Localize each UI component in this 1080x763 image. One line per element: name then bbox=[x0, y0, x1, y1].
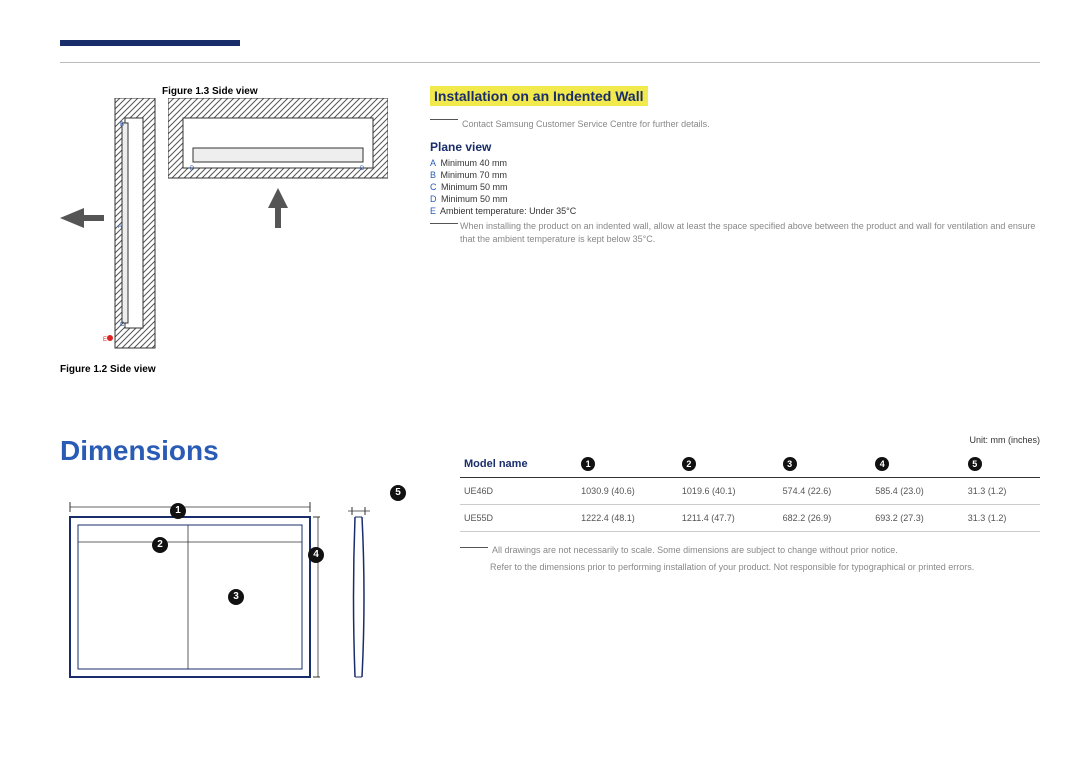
contact-note: Contact Samsung Customer Service Centre … bbox=[430, 114, 1040, 132]
th-4: 4 bbox=[871, 451, 964, 478]
side-view-diagram bbox=[340, 497, 380, 687]
figure-1-2-diagram: B A C E bbox=[60, 98, 160, 358]
table-row: UE55D 1222.4 (48.1) 1211.4 (47.7) 682.2 … bbox=[460, 505, 1040, 532]
spec-a: A Minimum 40 mm bbox=[430, 158, 1040, 168]
svg-text:D: D bbox=[190, 166, 195, 172]
diagram-row: B A C E D D bbox=[60, 98, 390, 358]
front-view-diagram bbox=[60, 497, 320, 687]
figure-column: Figure 1.3 Side view B A C E bbox=[60, 86, 390, 375]
indented-wall-section: Installation on an Indented Wall Contact… bbox=[430, 86, 1040, 375]
dimensions-drawing: 1 2 3 4 5 bbox=[60, 497, 430, 687]
footnote-b: Refer to the dimensions prior to perform… bbox=[460, 561, 1040, 574]
dimensions-table-col: Unit: mm (inches) Model name 1 2 3 4 5 U… bbox=[460, 435, 1040, 687]
th-model: Model name bbox=[460, 451, 577, 478]
plane-view-heading: Plane view bbox=[430, 140, 1040, 154]
dimensions-drawing-col: Dimensions bbox=[60, 435, 430, 687]
marker-5: 5 bbox=[390, 485, 406, 501]
svg-text:E: E bbox=[103, 337, 107, 343]
spec-d: D Minimum 50 mm bbox=[430, 194, 1040, 204]
table-row: UE46D 1030.9 (40.6) 1019.6 (40.1) 574.4 … bbox=[460, 478, 1040, 505]
th-2: 2 bbox=[678, 451, 779, 478]
th-5: 5 bbox=[964, 451, 1040, 478]
top-rule bbox=[60, 62, 1040, 63]
dimensions-title: Dimensions bbox=[60, 435, 430, 467]
figure-1-2-label: Figure 1.2 Side view bbox=[60, 364, 390, 375]
svg-text:B: B bbox=[120, 122, 124, 128]
marker-1: 1 bbox=[170, 503, 186, 519]
th-3: 3 bbox=[779, 451, 872, 478]
accent-bar bbox=[60, 40, 240, 46]
dimensions-table: Model name 1 2 3 4 5 UE46D 1030.9 (40.6)… bbox=[460, 451, 1040, 532]
marker-3: 3 bbox=[228, 589, 244, 605]
svg-text:D: D bbox=[360, 166, 365, 172]
page-root: Figure 1.3 Side view B A C E bbox=[0, 0, 1080, 707]
spec-c: C Minimum 50 mm bbox=[430, 182, 1040, 192]
spec-b: B Minimum 70 mm bbox=[430, 170, 1040, 180]
footnote-a: All drawings are not necessarily to scal… bbox=[460, 544, 1040, 557]
figure-1-3-diagram: D D bbox=[168, 98, 388, 238]
marker-2: 2 bbox=[152, 537, 168, 553]
marker-4: 4 bbox=[308, 547, 324, 563]
figure-1-3-label: Figure 1.3 Side view bbox=[162, 86, 258, 97]
spec-e: E Ambient temperature: Under 35°C bbox=[430, 206, 1040, 216]
lower-section: Dimensions bbox=[60, 435, 1040, 687]
indented-wall-heading: Installation on an Indented Wall bbox=[430, 86, 648, 106]
unit-label: Unit: mm (inches) bbox=[460, 435, 1040, 445]
th-1: 1 bbox=[577, 451, 678, 478]
install-note: When installing the product on an indent… bbox=[430, 220, 1040, 245]
svg-text:A: A bbox=[118, 224, 122, 230]
svg-text:C: C bbox=[120, 322, 125, 328]
upper-section: Figure 1.3 Side view B A C E bbox=[60, 86, 1040, 375]
